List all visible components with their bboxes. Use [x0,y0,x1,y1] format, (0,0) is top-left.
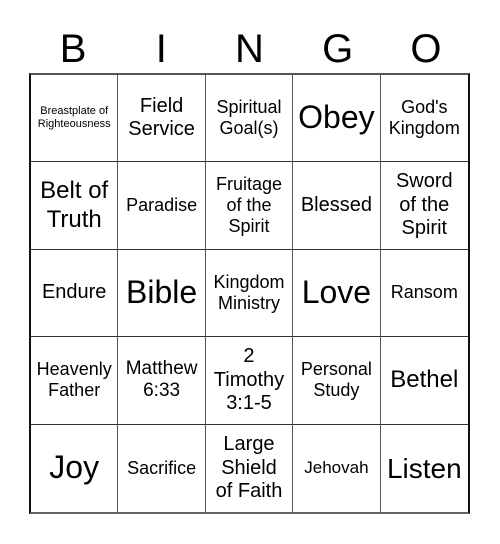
bingo-cell[interactable]: Sword of the Spirit [380,162,468,250]
bingo-cell[interactable]: Matthew 6:33 [118,337,206,425]
bingo-cell[interactable]: Spiritual Goal(s) [205,75,294,163]
bingo-cell[interactable]: Jehovah [293,424,381,512]
bingo-board: Breastplate of Righteousness Field Servi… [29,73,470,514]
bingo-cell[interactable]: Field Service [118,75,206,163]
bingo-cell[interactable]: Endure [31,249,119,338]
bingo-cell[interactable]: Joy [31,424,119,512]
bingo-cell[interactable]: Kingdom Ministry [205,249,294,338]
header-letter-i: I [155,27,167,71]
bingo-cell[interactable]: Listen [381,425,468,512]
bingo-cell[interactable]: Breastplate of Righteousness [31,75,119,163]
header-letter-g: G [322,27,354,71]
bingo-cell[interactable]: Belt of Truth [31,162,119,250]
header-letter-b: B [59,27,87,71]
bingo-cell[interactable]: Ransom [380,250,468,338]
bingo-cell[interactable]: Large Shield of Faith [206,424,294,512]
bingo-cell[interactable]: 2 Timothy 3:1-5 [205,337,294,425]
bingo-cell[interactable]: Bethel [380,337,468,425]
bingo-cell[interactable]: God's Kingdom [380,75,468,163]
bingo-cell[interactable]: Fruitage of the Spirit [205,162,294,250]
bingo-cell[interactable]: Sacrifice [118,424,206,512]
bingo-cell[interactable]: Love [293,249,381,338]
header-letter-n: N [235,27,264,71]
bingo-cell[interactable]: Personal Study [293,337,381,425]
bingo-cell[interactable]: Paradise [118,162,206,250]
bingo-cell[interactable]: Obey [293,75,381,163]
bingo-cell[interactable]: Blessed [293,162,381,250]
bingo-header: B I N G O [29,26,470,72]
bingo-cell[interactable]: Bible [118,249,206,338]
header-letter-o: O [410,27,442,71]
bingo-cell[interactable]: Heavenly Father [31,337,119,425]
